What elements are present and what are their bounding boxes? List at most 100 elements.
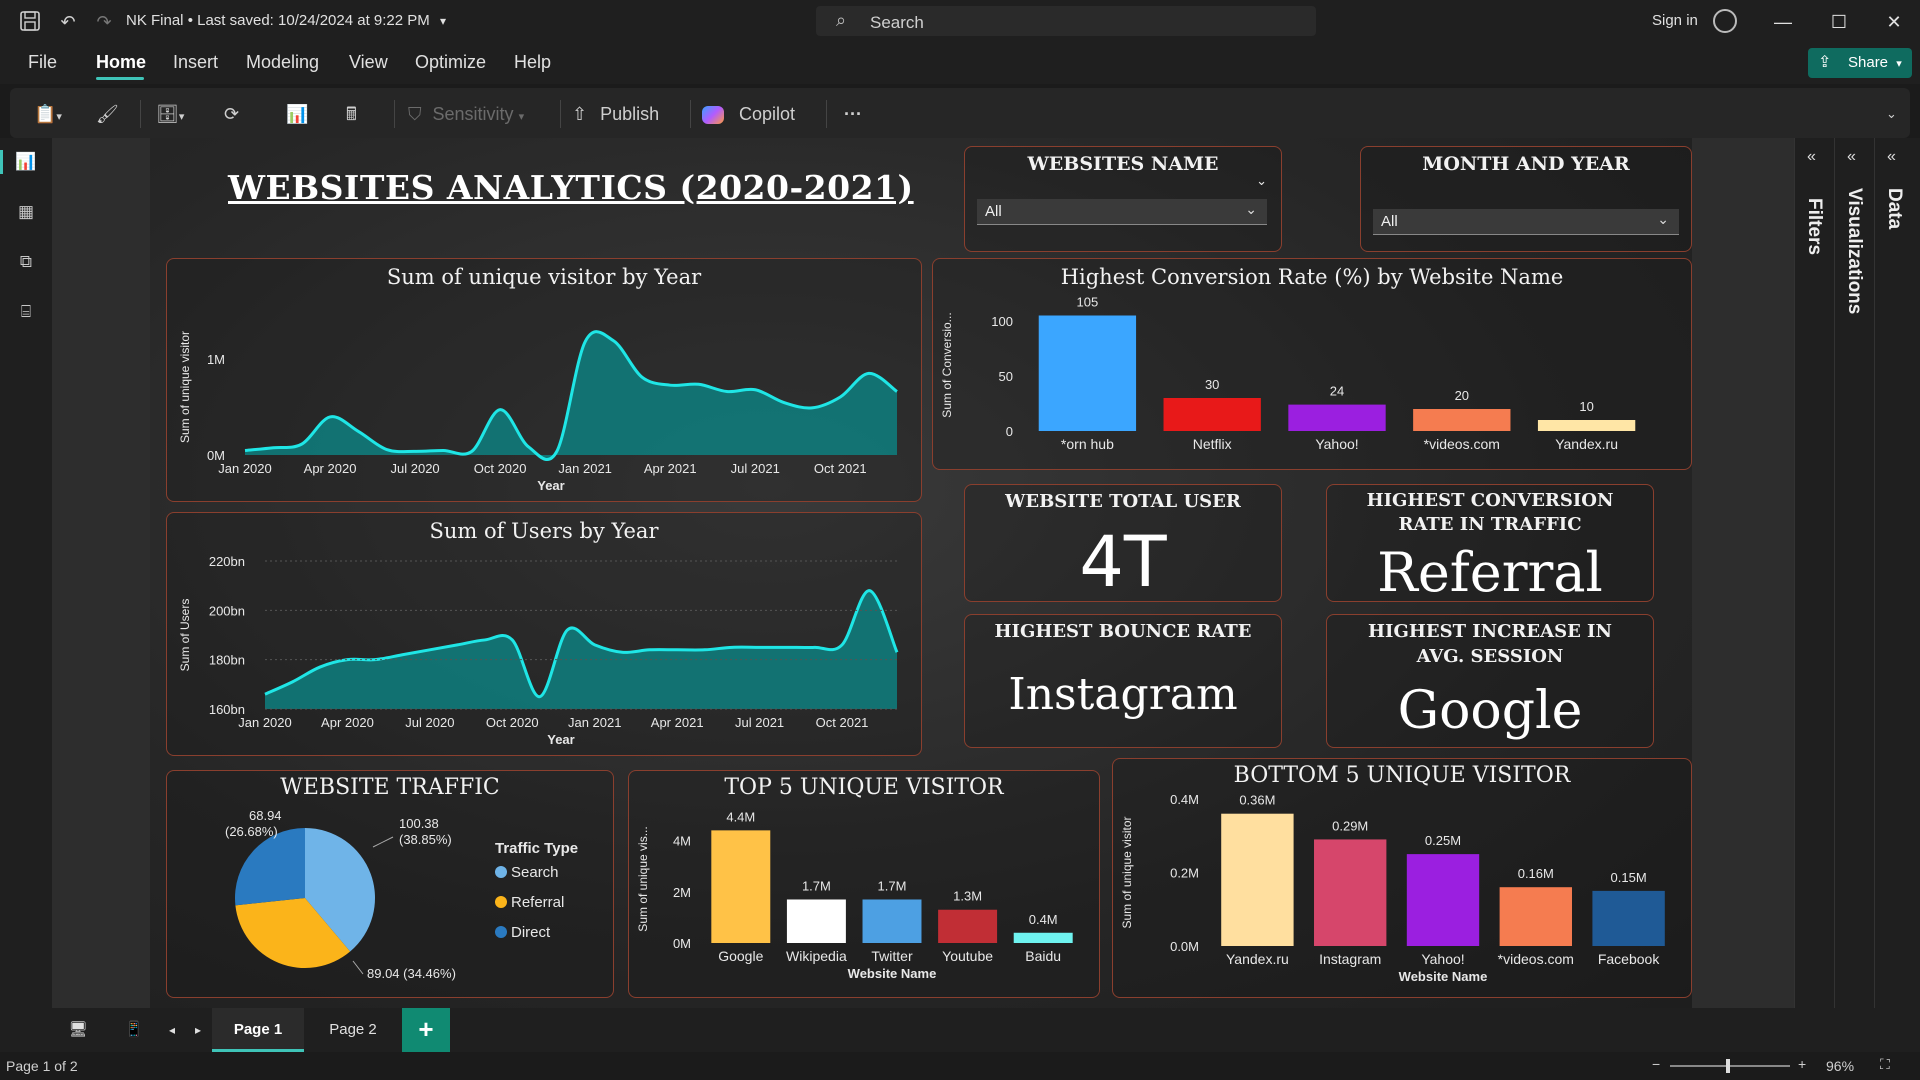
month-year-slicer[interactable]: MONTH AND YEAR All ⌄	[1360, 146, 1692, 252]
legend-marker	[495, 866, 507, 878]
dropdown-value: All	[985, 203, 1002, 220]
calculator-icon[interactable]: 🖩	[346, 102, 357, 126]
x-tick-label: Jul 2020	[405, 715, 454, 730]
zoom-slider-thumb[interactable]	[1726, 1059, 1730, 1073]
get-data-icon[interactable]: 🗄▾	[156, 102, 184, 126]
menu-view[interactable]: View	[349, 52, 388, 73]
next-page-icon[interactable]: ▸	[186, 1008, 210, 1052]
bar	[1038, 315, 1137, 431]
sensitivity-icon: ⛉	[408, 104, 422, 124]
websites-dropdown[interactable]: All ⌄	[977, 199, 1267, 225]
kpi-session-card[interactable]: HIGHEST INCREASE IN AVG. SESSION Google	[1326, 614, 1654, 748]
zoom-out-icon[interactable]: −	[1652, 1056, 1660, 1072]
filters-pane[interactable]: « Filters	[1794, 138, 1834, 1008]
conversion-rate-chart-card[interactable]: Highest Conversion Rate (%) by Website N…	[932, 258, 1692, 470]
avatar-icon[interactable]	[1713, 9, 1737, 33]
y-tick-label: 180bn	[209, 653, 245, 668]
month-year-dropdown[interactable]: All ⌄	[1373, 209, 1679, 235]
websites-slicer[interactable]: WEBSITES NAME ⌄ All ⌄	[964, 146, 1282, 252]
tab-page-1[interactable]: Page 1	[212, 1008, 304, 1052]
dropdown-value: All	[1381, 213, 1398, 230]
report-view-icon[interactable]: 📊	[14, 150, 38, 174]
chevron-left-icon[interactable]: «	[1887, 148, 1896, 166]
data-label: 0.15M	[1611, 870, 1647, 885]
y-axis-title: Sum of Conversio...	[940, 312, 954, 417]
ribbon: 📋▾ 🖌 🗄▾ ⟳ 📊 🖩 ⛉ Sensitivity ▾ ⇧ Publish …	[10, 88, 1910, 138]
table-view-icon[interactable]: ▦	[14, 200, 38, 224]
top5-card[interactable]: TOP 5 UNIQUE VISITOR 0M 2M 4M 4.4M Google 1.7…	[628, 770, 1100, 998]
prev-page-icon[interactable]: ◂	[160, 1008, 184, 1052]
model-view-icon[interactable]: ⧉	[14, 250, 38, 274]
zoom-slider[interactable]	[1670, 1059, 1790, 1073]
fit-to-page-icon[interactable]: ⛶	[1880, 1056, 1890, 1073]
desktop-layout-icon[interactable]: 🖥	[62, 1008, 94, 1052]
kpi-value: 4T	[1079, 521, 1167, 603]
document-title[interactable]: NK Final • Last saved: 10/24/2024 at 9:2…	[126, 12, 446, 29]
menu-help[interactable]: Help	[514, 52, 551, 73]
y-tick-label: 0.0M	[1170, 939, 1199, 954]
collapse-ribbon-icon[interactable]: ⌄	[1886, 102, 1897, 126]
x-tick-label: Google	[718, 948, 763, 964]
save-icon[interactable]	[18, 10, 42, 34]
paste-icon[interactable]: 📋▾	[34, 102, 62, 126]
redo-icon[interactable]: ↷	[92, 10, 116, 34]
users-chart-card[interactable]: Sum of Users by Year 160bn 180bn 200bn 220b…	[166, 512, 922, 756]
x-tick-label: Oct 2021	[816, 715, 869, 730]
data-label: 4.4M	[726, 809, 755, 824]
share-button[interactable]: ⇪ Share ▾	[1808, 48, 1912, 78]
bar	[1537, 420, 1636, 431]
chevron-left-icon[interactable]: «	[1807, 148, 1816, 166]
refresh-icon[interactable]: ⟳	[224, 102, 239, 126]
page-tabs-bar: 🖥 📱 ◂ ▸ Page 1 Page 2 +	[0, 1008, 1920, 1052]
menu-insert[interactable]: Insert	[173, 52, 218, 73]
report-canvas: WEBSITES ANALYTICS (2020-2021) WEBSITES …	[150, 138, 1692, 1008]
mobile-layout-icon[interactable]: 📱	[118, 1008, 150, 1052]
kpi-total-user-card[interactable]: WEBSITE TOTAL USER 4T	[964, 484, 1282, 603]
sensitivity-button[interactable]: ⛉ Sensitivity ▾	[408, 102, 524, 126]
sign-in-link[interactable]: Sign in	[1652, 12, 1698, 29]
unique-visitor-area-chart: 0M1MJan 2020 Apr 2020 Jul 2020 Oct 2020 Jan …	[178, 330, 898, 493]
visualizations-pane[interactable]: « Visualizations	[1834, 138, 1874, 1008]
kpi-value: Google	[1397, 681, 1583, 741]
close-icon[interactable]: ✕	[1879, 8, 1909, 36]
data-label: 0.36M	[1239, 793, 1275, 808]
maximize-icon[interactable]: ☐	[1824, 8, 1854, 36]
bottom5-card[interactable]: BOTTOM 5 UNIQUE VISITOR 0.0M 0.2M 0.4M 0.36…	[1112, 758, 1692, 998]
search-placeholder: Search	[870, 13, 924, 32]
data-label: 0.4M	[1029, 912, 1058, 927]
x-tick-label: Netflix	[1193, 436, 1232, 452]
legend-label: Direct	[511, 924, 551, 941]
website-traffic-card[interactable]: WEBSITE TRAFFIC 100.38 (38.85%) 89.04 (34.…	[166, 770, 614, 998]
undo-icon[interactable]: ↶	[56, 10, 80, 34]
x-tick-label: Apr 2020	[321, 715, 374, 730]
slicer-title: MONTH AND YEAR	[1422, 153, 1630, 175]
title-bar: ↶ ↷ NK Final • Last saved: 10/24/2024 at…	[0, 0, 1920, 44]
kpi-conversion-card[interactable]: HIGHEST CONVERSION RATE IN TRAFFIC Refer…	[1326, 484, 1654, 604]
tab-page-2[interactable]: Page 2	[308, 1008, 398, 1052]
more-options-icon[interactable]: ···	[844, 102, 862, 126]
x-tick-label: Jan 2020	[218, 461, 272, 476]
chevron-down-icon[interactable]: ⌄	[1256, 173, 1267, 189]
x-tick-label: Instagram	[1319, 951, 1381, 967]
menu-file[interactable]: File	[28, 52, 57, 73]
bar	[1499, 887, 1572, 946]
menu-home[interactable]: Home	[96, 52, 146, 73]
minimize-icon[interactable]: —	[1768, 8, 1798, 36]
unique-visitor-chart-card[interactable]: Sum of unique visitor by Year 0M 1M Jan 20…	[166, 258, 922, 502]
add-page-button[interactable]: +	[402, 1008, 450, 1052]
dax-query-view-icon[interactable]: ⌸	[14, 300, 38, 324]
menu-modeling[interactable]: Modeling	[246, 52, 319, 73]
zoom-in-icon[interactable]: +	[1798, 1056, 1806, 1072]
copilot-button[interactable]: Copilot	[702, 102, 795, 126]
data-pane[interactable]: « Data	[1874, 138, 1914, 1008]
bar	[786, 899, 846, 943]
chevron-left-icon[interactable]: «	[1847, 148, 1856, 166]
kpi-bounce-card[interactable]: HIGHEST BOUNCE RATE Instagram	[964, 614, 1282, 748]
publish-button[interactable]: ⇧ Publish	[572, 102, 659, 126]
search-box[interactable]: ⌕ Search	[816, 6, 1316, 36]
format-painter-icon[interactable]: 🖌	[96, 102, 119, 126]
y-tick-label: 2M	[673, 885, 691, 900]
copilot-icon	[702, 106, 724, 125]
new-visual-icon[interactable]: 📊	[286, 102, 308, 126]
menu-optimize[interactable]: Optimize	[415, 52, 486, 73]
